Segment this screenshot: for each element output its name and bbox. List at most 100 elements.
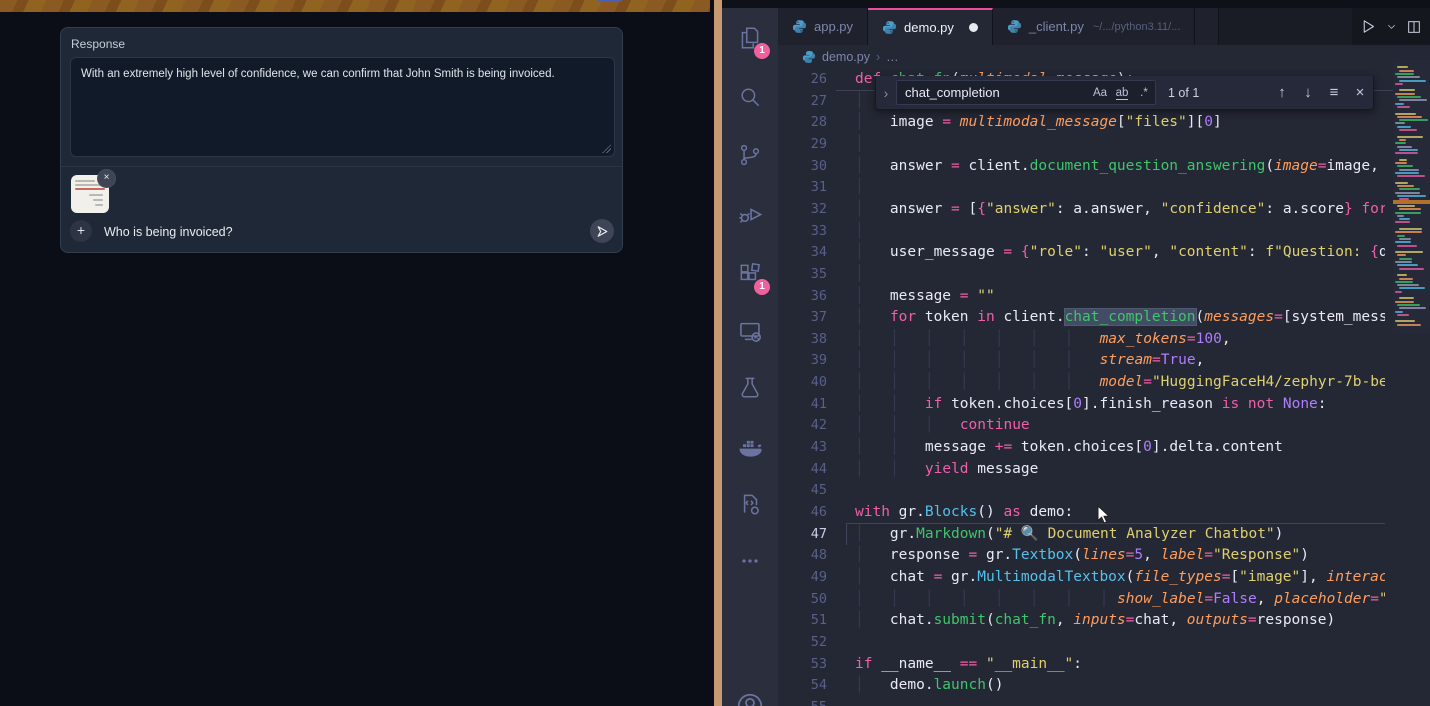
find-results-count: 1 of 1 bbox=[1168, 86, 1199, 100]
more-icon[interactable] bbox=[722, 535, 778, 587]
line-number: 46 bbox=[778, 501, 827, 523]
code-line[interactable]: 45 bbox=[778, 479, 1385, 501]
plus-icon: + bbox=[77, 222, 85, 238]
line-number: 51 bbox=[778, 609, 827, 631]
code-line[interactable]: 48│ response = gr.Textbox(lines=5, label… bbox=[778, 544, 1385, 566]
remove-attachment-button[interactable]: × bbox=[97, 169, 116, 188]
add-file-button[interactable]: + bbox=[70, 220, 92, 242]
code-line[interactable]: 50│ │ │ │ │ │ │ │ show_label=False, plac… bbox=[778, 588, 1385, 610]
response-textarea[interactable]: With an extremely high level of confiden… bbox=[70, 57, 615, 157]
code-line[interactable]: 51│ chat.submit(chat_fn, inputs=chat, ou… bbox=[778, 609, 1385, 631]
code-line[interactable]: 33│ bbox=[778, 220, 1385, 242]
find-query-text[interactable]: chat_completion bbox=[897, 85, 1089, 100]
line-number: 54 bbox=[778, 674, 827, 696]
code-line[interactable]: 46with gr.Blocks() as demo: bbox=[778, 501, 1385, 523]
line-number: 55 bbox=[778, 696, 827, 706]
docker-icon[interactable] bbox=[722, 420, 778, 472]
line-number: 40 bbox=[778, 371, 827, 393]
code-line[interactable]: 28│ image = multimodal_message["files"][… bbox=[778, 111, 1385, 133]
minimap[interactable] bbox=[1393, 60, 1430, 333]
close-icon: × bbox=[104, 172, 110, 183]
line-number: 44 bbox=[778, 458, 827, 480]
line-number: 28 bbox=[778, 111, 827, 133]
code-line[interactable]: 40│ │ │ │ │ │ │ model="HuggingFaceH4/zep… bbox=[778, 371, 1385, 393]
line-number: 49 bbox=[778, 566, 827, 588]
line-number: 27 bbox=[778, 90, 827, 112]
find-close-button[interactable]: × bbox=[1347, 84, 1373, 101]
line-number: 32 bbox=[778, 198, 827, 220]
send-icon bbox=[596, 225, 609, 238]
code-line[interactable]: 53if __name__ == "__main__": bbox=[778, 653, 1385, 675]
whole-word-toggle[interactable]: ab bbox=[1111, 87, 1133, 99]
code-line[interactable]: 47│ gr.Markdown("# 🔍 Document Analyzer C… bbox=[778, 523, 1385, 545]
code-line[interactable]: 44│ │ yield message bbox=[778, 458, 1385, 480]
line-number: 52 bbox=[778, 631, 827, 653]
code-line[interactable]: 31│ bbox=[778, 176, 1385, 198]
line-number: 36 bbox=[778, 285, 827, 307]
send-button[interactable] bbox=[590, 219, 614, 243]
gradio-form-card: Response With an extremely high level of… bbox=[60, 27, 623, 253]
remote-explorer-icon[interactable] bbox=[722, 305, 778, 357]
response-label: Response bbox=[71, 37, 125, 51]
desktop-background-strip bbox=[714, 0, 722, 706]
code-line[interactable]: 38│ │ │ │ │ │ │ max_tokens=100, bbox=[778, 328, 1385, 350]
code-line[interactable]: 37│ for token in client.chat_completion(… bbox=[778, 306, 1385, 328]
line-number: 37 bbox=[778, 306, 827, 328]
match-case-toggle[interactable]: Aa bbox=[1089, 87, 1111, 99]
testing-icon[interactable] bbox=[722, 361, 778, 413]
code-line[interactable]: 29│ bbox=[778, 133, 1385, 155]
code-line[interactable]: 34│ user_message = {"role": "user", "con… bbox=[778, 241, 1385, 263]
line-number: 50 bbox=[778, 588, 827, 610]
find-in-selection-button[interactable]: ≡ bbox=[1321, 84, 1347, 101]
source-control-icon[interactable] bbox=[722, 129, 778, 181]
line-number: 53 bbox=[778, 653, 827, 675]
explorer-icon[interactable]: 1 bbox=[722, 12, 778, 64]
code-line[interactable]: 35│ bbox=[778, 263, 1385, 285]
regex-toggle[interactable]: .* bbox=[1133, 87, 1155, 99]
line-number: 45 bbox=[778, 479, 827, 501]
find-previous-button[interactable]: ↑ bbox=[1269, 84, 1295, 101]
search-icon[interactable] bbox=[722, 71, 778, 123]
code-line[interactable]: 39│ │ │ │ │ │ │ stream=True, bbox=[778, 349, 1385, 371]
code-line[interactable]: 42│ │ │ continue bbox=[778, 414, 1385, 436]
line-number: 26 bbox=[778, 68, 827, 90]
find-input[interactable]: chat_completion Aa ab .* bbox=[896, 80, 1156, 105]
find-next-button[interactable]: ↓ bbox=[1295, 84, 1321, 101]
task-file-icon[interactable] bbox=[722, 478, 778, 530]
line-number: 30 bbox=[778, 155, 827, 177]
code-line[interactable]: 32│ answer = [{"answer": a.answer, "conf… bbox=[778, 198, 1385, 220]
textarea-resize-handle[interactable] bbox=[602, 144, 611, 153]
gradio-app-window: Response With an extremely high level of… bbox=[0, 0, 714, 706]
extensions-badge: 1 bbox=[754, 279, 770, 295]
code-line[interactable]: 43│ │ message += token.choices[0].delta.… bbox=[778, 436, 1385, 458]
minimap-match-marker bbox=[1393, 200, 1430, 204]
line-number: 47 bbox=[778, 523, 827, 545]
screen: Response With an extremely high level of… bbox=[0, 0, 1430, 706]
window-top-edge bbox=[0, 0, 710, 12]
line-number: 35 bbox=[778, 263, 827, 285]
line-number: 48 bbox=[778, 544, 827, 566]
line-number: 31 bbox=[778, 176, 827, 198]
code-line[interactable]: 55 bbox=[778, 696, 1385, 706]
line-number: 39 bbox=[778, 349, 827, 371]
line-number: 34 bbox=[778, 241, 827, 263]
code-line[interactable]: 30│ answer = client.document_question_an… bbox=[778, 155, 1385, 177]
line-number: 33 bbox=[778, 220, 827, 242]
vscode-window: 1 1 bbox=[722, 0, 1430, 706]
line-number: 29 bbox=[778, 133, 827, 155]
account-icon[interactable] bbox=[722, 680, 778, 706]
code-line[interactable]: 52 bbox=[778, 631, 1385, 653]
code-line[interactable]: 54│ demo.launch() bbox=[778, 674, 1385, 696]
find-expand-chevron-icon[interactable]: › bbox=[876, 85, 896, 101]
code-line[interactable]: 41│ │ if token.choices[0].finish_reason … bbox=[778, 393, 1385, 415]
form-divider bbox=[61, 166, 622, 167]
chat-input-text[interactable]: Who is being invoiced? bbox=[104, 225, 233, 239]
run-debug-icon[interactable] bbox=[722, 188, 778, 240]
code-line[interactable]: 49│ chat = gr.MultimodalTextbox(file_typ… bbox=[778, 566, 1385, 588]
code-line[interactable]: 36│ message = "" bbox=[778, 285, 1385, 307]
explorer-badge: 1 bbox=[754, 43, 770, 59]
find-widget: › chat_completion Aa ab .* 1 of 1 ↑ ↓ ≡ … bbox=[875, 76, 1374, 110]
extensions-icon[interactable]: 1 bbox=[722, 248, 778, 300]
line-number: 41 bbox=[778, 393, 827, 415]
line-number: 38 bbox=[778, 328, 827, 350]
